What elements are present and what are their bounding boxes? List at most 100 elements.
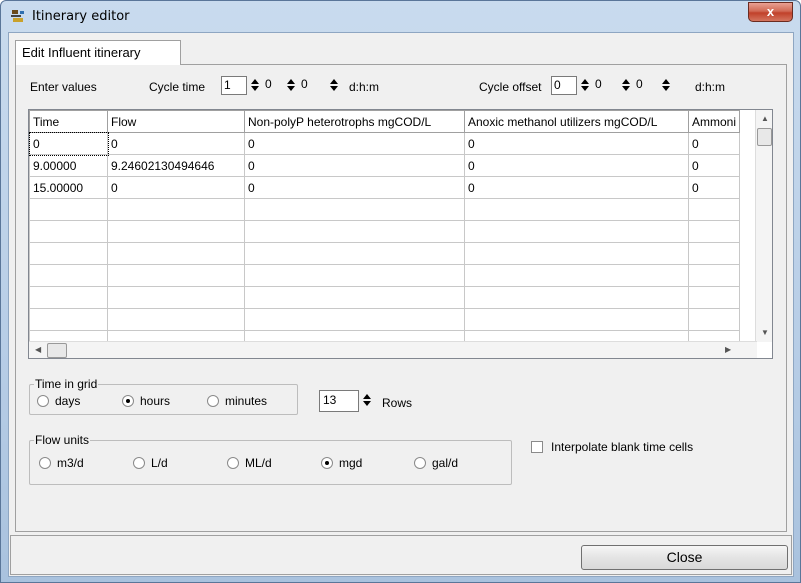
table-row: 9.00000 9.24602130494646 0 0 0 [29,154,741,177]
grid-cell[interactable] [29,198,108,221]
column-header-flow[interactable]: Flow [107,110,245,133]
radio-hours[interactable]: hours [122,394,170,408]
itinerary-grid[interactable]: Time Flow Non-polyP heterotrophs mgCOD/L… [28,109,773,359]
column-header-non-polyp-heterotrophs[interactable]: Non-polyP heterotrophs mgCOD/L [244,110,465,133]
grid-cell[interactable]: 0 [687,176,741,199]
grid-cell[interactable] [687,220,741,243]
cycle-time-hours-input[interactable]: 0 [263,76,287,95]
radio-liters-per-day[interactable]: L/d [133,456,168,470]
horizontal-scroll-thumb[interactable] [47,343,67,358]
grid-cell[interactable]: 0 [244,132,465,155]
grid-cell[interactable]: 0 [464,154,689,177]
table-row [29,264,741,287]
grid-cell[interactable] [29,242,108,265]
grid-cell[interactable] [687,286,741,309]
scroll-right-icon[interactable]: ▶ [725,345,731,354]
grid-cell[interactable] [687,308,741,331]
rows-input[interactable]: 13 [319,390,359,412]
grid-cell[interactable] [107,198,245,221]
vertical-scroll-thumb[interactable] [757,128,772,146]
column-header-ammonia[interactable]: Ammoni [687,110,741,133]
grid-cell[interactable] [244,220,465,243]
interpolate-blank-time-cells-checkbox[interactable]: Interpolate blank time cells [531,440,693,454]
rows-spinner[interactable] [361,392,373,409]
grid-cell[interactable] [244,198,465,221]
grid-cell[interactable]: 0 [244,154,465,177]
cycle-offset-minutes-spinner[interactable] [660,77,672,94]
radio-days-dot[interactable] [37,395,49,407]
radio-m3-per-day-dot[interactable] [39,457,51,469]
radio-liters-per-day-dot[interactable] [133,457,145,469]
grid-cell[interactable] [464,198,689,221]
grid-cell[interactable] [29,308,108,331]
cycle-offset-unit: d:h:m [695,80,726,94]
grid-cell[interactable]: 0 [464,132,689,155]
title-bar[interactable]: Itinerary editor x [1,1,800,32]
radio-minutes[interactable]: minutes [207,394,267,408]
cycle-offset-days-spinner[interactable] [579,77,591,94]
grid-cell[interactable] [687,198,741,221]
radio-mgd-dot[interactable] [321,457,333,469]
column-header-time[interactable]: Time [29,110,108,133]
grid-cell[interactable] [464,220,689,243]
grid-cell[interactable] [29,264,108,287]
grid-cell[interactable] [29,286,108,309]
cycle-time-label: Cycle time [149,80,206,94]
grid-cell[interactable]: 0 [687,154,741,177]
cycle-offset-minutes-input[interactable]: 0 [634,76,658,95]
cycle-time-days-spinner[interactable] [249,77,261,94]
grid-cell[interactable] [244,264,465,287]
radio-megaliters-per-day-dot[interactable] [227,457,239,469]
tab-edit-influent-itinerary[interactable]: Edit Influent itinerary [15,40,181,65]
grid-cell[interactable] [107,286,245,309]
column-header-anoxic-methanol-utilizers[interactable]: Anoxic methanol utilizers mgCOD/L [464,110,689,133]
cycle-offset-hours-spinner[interactable] [620,77,632,94]
scroll-up-icon[interactable]: ▲ [761,114,769,123]
grid-cell[interactable]: 0 [464,176,689,199]
grid-cell[interactable] [107,264,245,287]
radio-hours-dot[interactable] [122,395,134,407]
radio-days[interactable]: days [37,394,80,408]
cycle-offset-hours-input[interactable]: 0 [593,76,617,95]
grid-cell[interactable]: 9.00000 [29,154,108,177]
cycle-time-minutes-spinner[interactable] [328,77,340,94]
cycle-time-hours-spinner[interactable] [285,77,297,94]
cycle-time-days-input[interactable]: 1 [221,76,247,95]
scroll-down-icon[interactable]: ▼ [761,328,769,337]
grid-cell[interactable]: 9.24602130494646 [107,154,245,177]
grid-horizontal-scrollbar[interactable]: ◀ ▶ [29,341,757,358]
grid-cell[interactable]: 0 [244,176,465,199]
radio-megaliters-per-day[interactable]: ML/d [227,456,272,470]
grid-cell[interactable] [29,220,108,243]
grid-cell[interactable] [687,264,741,287]
radio-minutes-dot[interactable] [207,395,219,407]
grid-cell[interactable] [107,242,245,265]
cycle-offset-days-input[interactable]: 0 [551,76,577,95]
grid-cell[interactable] [687,242,741,265]
radio-mgd[interactable]: mgd [321,456,362,470]
grid-cell[interactable] [464,264,689,287]
grid-cell[interactable] [464,242,689,265]
window-close-button[interactable]: x [748,2,793,22]
scroll-left-icon[interactable]: ◀ [35,345,41,354]
grid-cell[interactable]: 15.00000 [29,176,108,199]
grid-cell[interactable] [464,308,689,331]
grid-cell[interactable]: 0 [29,131,109,156]
grid-cell[interactable] [107,220,245,243]
grid-cell[interactable] [244,242,465,265]
cycle-time-minutes-input[interactable]: 0 [299,76,323,95]
grid-vertical-scrollbar[interactable]: ▲ ▼ [755,110,772,342]
close-button[interactable]: Close [581,545,788,570]
grid-cell[interactable] [464,286,689,309]
radio-gallons-per-day[interactable]: gal/d [414,456,458,470]
radio-m3-per-day[interactable]: m3/d [39,456,84,470]
checkbox-box[interactable] [531,441,543,453]
table-row: 15.00000 0 0 0 0 [29,176,741,199]
grid-cell[interactable] [244,286,465,309]
grid-cell[interactable]: 0 [107,132,245,155]
grid-cell[interactable]: 0 [687,132,741,155]
radio-gallons-per-day-dot[interactable] [414,457,426,469]
grid-cell[interactable]: 0 [107,176,245,199]
grid-cell[interactable] [107,308,245,331]
grid-cell[interactable] [244,308,465,331]
